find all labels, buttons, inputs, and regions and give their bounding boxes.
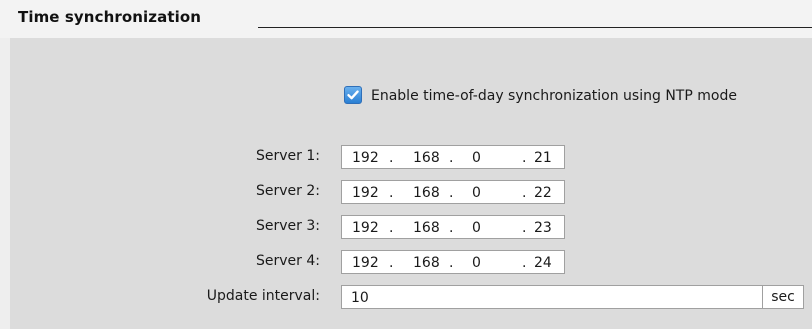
ip-octet: 192: [352, 185, 379, 201]
ip-separator: .: [522, 220, 527, 236]
ip-separator: .: [389, 150, 394, 166]
ip-octet: 168: [413, 185, 440, 201]
server-1-ip-field[interactable]: 192 . 168 . 0 . 21: [341, 145, 565, 169]
update-interval-field[interactable]: 10 sec: [341, 285, 804, 309]
ip-separator: .: [522, 185, 527, 201]
update-interval-value: 10: [351, 290, 369, 306]
ip-separator: .: [522, 150, 527, 166]
ip-octet: 168: [413, 150, 440, 166]
ip-separator: .: [449, 220, 454, 236]
ip-octet: 0: [472, 150, 481, 166]
checkmark-icon: [347, 90, 359, 100]
ip-octet: 192: [352, 255, 379, 271]
ip-separator: .: [522, 255, 527, 271]
section-header: Time synchronization: [0, 0, 812, 38]
ip-separator: .: [389, 255, 394, 271]
ip-octet: 24: [534, 255, 552, 271]
ip-separator: .: [449, 150, 454, 166]
server-2-label: Server 2:: [256, 183, 320, 199]
ntp-checkbox[interactable]: [344, 86, 362, 104]
title-rule: [258, 27, 812, 28]
ip-separator: .: [449, 185, 454, 201]
server-3-ip-field[interactable]: 192 . 168 . 0 . 23: [341, 215, 565, 239]
ip-separator: .: [449, 255, 454, 271]
ip-octet: 168: [413, 255, 440, 271]
ip-octet: 23: [534, 220, 552, 236]
ip-octet: 0: [472, 220, 481, 236]
ip-octet: 192: [352, 150, 379, 166]
ip-octet: 0: [472, 185, 481, 201]
ip-separator: .: [389, 185, 394, 201]
ip-separator: .: [389, 220, 394, 236]
server-1-label: Server 1:: [256, 148, 320, 164]
server-4-ip-field[interactable]: 192 . 168 . 0 . 24: [341, 250, 565, 274]
server-2-ip-field[interactable]: 192 . 168 . 0 . 22: [341, 180, 565, 204]
section-title: Time synchronization: [18, 8, 202, 26]
ip-octet: 168: [413, 220, 440, 236]
ip-octet: 21: [534, 150, 552, 166]
server-4-label: Server 4:: [256, 253, 320, 269]
ip-octet: 0: [472, 255, 481, 271]
ip-octet: 22: [534, 185, 552, 201]
server-3-label: Server 3:: [256, 218, 320, 234]
update-interval-unit: sec: [762, 286, 803, 308]
ntp-checkbox-label: Enable time-of-day synchronization using…: [371, 88, 737, 104]
ip-octet: 192: [352, 220, 379, 236]
update-interval-label: Update interval:: [206, 288, 320, 304]
